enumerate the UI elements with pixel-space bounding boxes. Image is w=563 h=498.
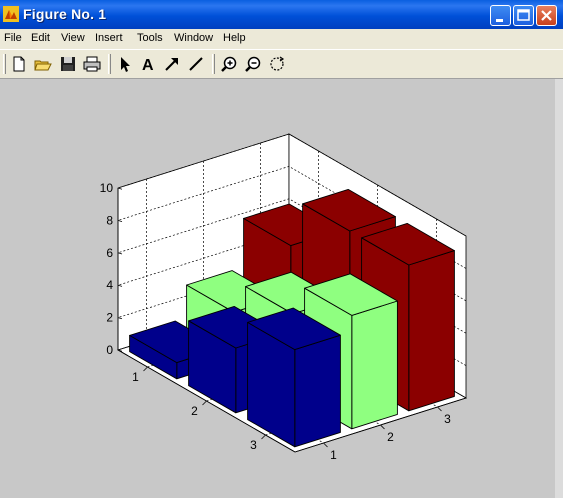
menu-file[interactable]: File xyxy=(4,32,22,44)
toolbar-grip[interactable] xyxy=(3,54,6,74)
z-tick-label: 10 xyxy=(100,181,114,195)
bar-front-face xyxy=(408,250,455,412)
col-tick-label: 2 xyxy=(387,430,394,444)
matlab-app-icon xyxy=(3,6,19,22)
col-tick xyxy=(380,424,385,430)
col-tick xyxy=(323,442,328,448)
new-figure-icon[interactable] xyxy=(10,55,28,73)
menu-insert[interactable]: Insert xyxy=(95,32,123,44)
zoom-out-icon[interactable] xyxy=(244,55,262,73)
bar-front-face xyxy=(351,300,398,430)
row-tick xyxy=(143,366,148,372)
toolbar-separator xyxy=(108,54,111,74)
z-tick-label: 8 xyxy=(106,213,113,227)
figure-window: Figure No. 1 File Edit View Insert Tools… xyxy=(0,0,563,498)
window-edge xyxy=(555,79,563,498)
edit-plot-icon[interactable] xyxy=(116,55,134,73)
title-bar[interactable]: Figure No. 1 xyxy=(0,0,563,29)
save-icon[interactable] xyxy=(59,55,77,73)
z-tick-label: 6 xyxy=(106,246,113,260)
minimize-button[interactable] xyxy=(490,5,511,26)
bar3-chart[interactable]: 0246810123123 xyxy=(0,79,555,498)
z-tick-label: 4 xyxy=(106,278,113,292)
menu-edit[interactable]: Edit xyxy=(31,32,50,44)
bar-front-face xyxy=(294,334,341,448)
row-tick xyxy=(261,434,266,440)
menu-help[interactable]: Help xyxy=(223,32,246,44)
col-tick xyxy=(437,406,442,412)
insert-text-icon[interactable]: A xyxy=(139,55,157,73)
row-tick-label: 3 xyxy=(250,438,257,452)
toolbar: A xyxy=(0,49,563,79)
svg-text:A: A xyxy=(142,57,154,73)
maximize-button[interactable] xyxy=(513,5,534,26)
close-button[interactable] xyxy=(536,5,557,26)
insert-line-icon[interactable] xyxy=(187,55,205,73)
z-tick-label: 0 xyxy=(106,343,113,357)
window-title: Figure No. 1 xyxy=(23,6,107,22)
col-tick-label: 1 xyxy=(330,448,337,462)
row-tick-label: 2 xyxy=(191,404,198,418)
zoom-in-icon[interactable] xyxy=(220,55,238,73)
menu-tools[interactable]: Tools xyxy=(137,32,163,44)
insert-arrow-icon[interactable] xyxy=(163,55,181,73)
col-tick-label: 3 xyxy=(444,412,451,426)
figure-canvas[interactable]: 0 2 4 6 8 10 1 2 3 1 2 3 xyxy=(0,79,555,498)
menu-bar: File Edit View Insert Tools Window Help xyxy=(0,29,563,49)
row-tick-label: 1 xyxy=(132,370,139,384)
z-tick-label: 2 xyxy=(106,311,113,325)
rotate-3d-icon[interactable] xyxy=(268,55,286,73)
print-icon[interactable] xyxy=(83,55,101,73)
menu-view[interactable]: View xyxy=(61,32,85,44)
toolbar-separator xyxy=(212,54,215,74)
open-file-icon[interactable] xyxy=(34,55,52,73)
row-tick xyxy=(202,400,207,406)
menu-window[interactable]: Window xyxy=(174,32,213,44)
